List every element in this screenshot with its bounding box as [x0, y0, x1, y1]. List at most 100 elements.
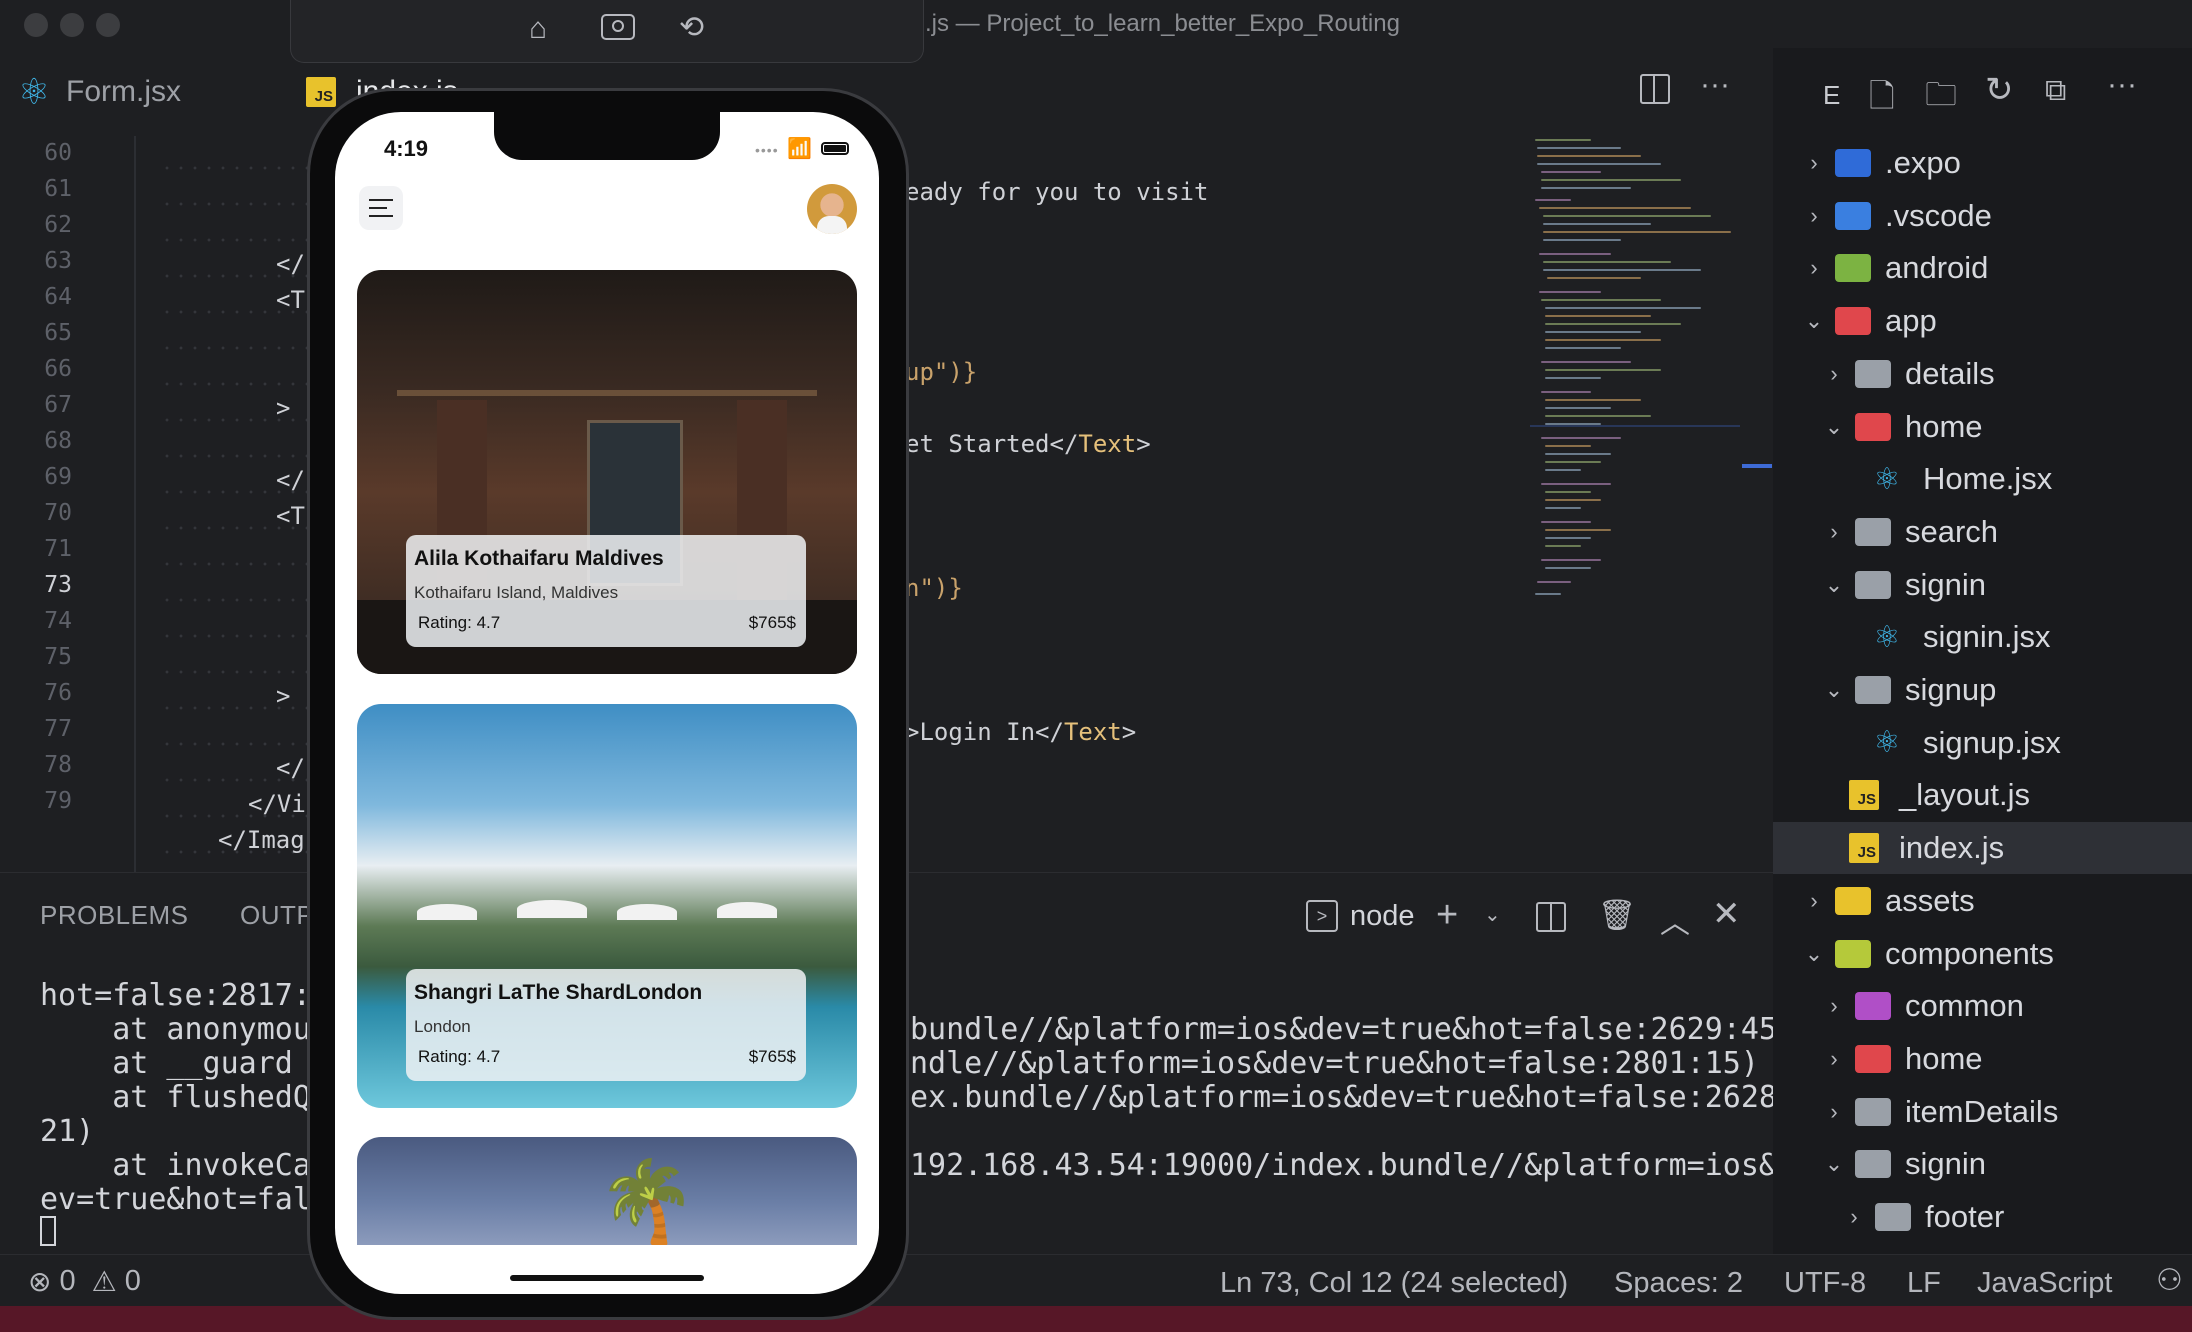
scrollbar-position-marker[interactable]: [1742, 464, 1772, 468]
tab-problems[interactable]: PROBLEMS: [40, 900, 189, 931]
tree-item-label: home: [1905, 1040, 1983, 1076]
chevron-right-icon[interactable]: ›: [1819, 361, 1849, 387]
terminal-line: ndle//&platform=ios&dev=true&hot=false:2…: [910, 1046, 1759, 1081]
tree-item[interactable]: › itemDetails: [1773, 1086, 2192, 1138]
terminal-line: hot=false:2817:4: [40, 978, 329, 1013]
tree-item[interactable]: › footer: [1773, 1191, 2192, 1243]
indentation[interactable]: Spaces: 2: [1614, 1267, 1743, 1300]
close-window-button[interactable]: [24, 13, 48, 37]
chevron-right-icon[interactable]: ›: [1819, 993, 1849, 1019]
folder-icon: [1855, 517, 1891, 546]
tree-item[interactable]: › common: [1773, 980, 2192, 1032]
chevron-down-icon[interactable]: ⌄: [1799, 308, 1829, 334]
line-number: 75: [44, 644, 72, 670]
more-actions-icon[interactable]: ···: [1700, 68, 1730, 102]
cursor-position[interactable]: Ln 73, Col 12 (24 selected): [1220, 1267, 1568, 1300]
menu-button[interactable]: [359, 186, 403, 230]
line-number: 63: [44, 248, 72, 274]
folder-icon: [1875, 1203, 1911, 1231]
terminal-line: 192.168.43.54:19000/index.bundle//&platf…: [910, 1148, 1796, 1183]
tree-item[interactable]: ⌄ signup: [1773, 664, 2192, 716]
chevron-right-icon[interactable]: ›: [1819, 1099, 1849, 1125]
hotel-card[interactable]: 🌴: [357, 1137, 857, 1245]
palm-tree-image: 🌴: [597, 1157, 697, 1245]
hotel-card[interactable]: Shangri LaThe ShardLondon London Rating:…: [357, 704, 857, 1108]
terminal-line: ev=true&hot=fals: [40, 1182, 329, 1217]
line-number: 79: [44, 788, 72, 814]
tree-item[interactable]: ⌄ signin: [1773, 559, 2192, 611]
tree-item[interactable]: ⌄ app: [1773, 295, 2192, 347]
trash-icon[interactable]: 🗑: [1598, 898, 1636, 933]
accounts-icon[interactable]: ⚇: [2156, 1263, 2183, 1298]
tree-item[interactable]: ⌄ home: [1773, 401, 2192, 453]
chevron-down-icon[interactable]: ⌄: [1819, 1151, 1849, 1177]
chevron-right-icon[interactable]: ›: [1819, 1046, 1849, 1072]
split-editor-icon[interactable]: [1640, 74, 1670, 104]
tree-item[interactable]: › android: [1773, 242, 2192, 294]
tree-item[interactable]: › search: [1773, 506, 2192, 558]
tree-item-label: app: [1885, 303, 1937, 339]
hotel-name: Alila Kothaifaru Maldives: [414, 547, 664, 570]
tree-item[interactable]: › .expo: [1773, 137, 2192, 189]
screenshot-icon[interactable]: [601, 14, 635, 40]
encoding[interactable]: UTF-8: [1784, 1267, 1866, 1300]
home-icon[interactable]: ⌂: [529, 12, 547, 46]
maximize-window-button[interactable]: [96, 13, 120, 37]
line-number: 70: [44, 500, 72, 526]
tree-item[interactable]: ⌄ components: [1773, 928, 2192, 980]
tree-item[interactable]: ⚛ signup.jsx: [1773, 717, 2192, 769]
chevron-right-icon[interactable]: ›: [1839, 1204, 1869, 1230]
chevron-right-icon[interactable]: ›: [1799, 888, 1829, 914]
chevron-right-icon[interactable]: ›: [1799, 150, 1829, 176]
tree-item-label: signup: [1905, 672, 1997, 707]
tree-item-label: details: [1905, 355, 1995, 391]
folder-icon: [1855, 1097, 1891, 1126]
chevron-right-icon[interactable]: ›: [1799, 255, 1829, 281]
tree-item[interactable]: JS _layout.js: [1773, 769, 2192, 821]
tree-item[interactable]: › details: [1773, 348, 2192, 400]
language-mode[interactable]: JavaScript: [1977, 1267, 2112, 1300]
chevron-down-icon[interactable]: ⌄: [1484, 902, 1501, 927]
hotel-price: $765$: [748, 1047, 796, 1066]
chevron-down-icon[interactable]: ⌄: [1799, 941, 1829, 967]
new-terminal-icon[interactable]: +: [1436, 894, 1458, 937]
tree-item[interactable]: ⌄ signin: [1773, 1138, 2192, 1190]
terminal-icon[interactable]: >: [1306, 900, 1338, 932]
close-panel-icon[interactable]: ✕: [1712, 894, 1741, 934]
problems-indicator[interactable]: ⊗ 0 ⚠ 0: [28, 1265, 141, 1298]
tree-item-label: assets: [1885, 882, 1975, 918]
line-number: 60: [44, 140, 72, 166]
split-terminal-icon[interactable]: [1536, 902, 1566, 932]
hotel-rating: Rating: 4.7: [418, 613, 501, 632]
terminal-line: 21): [40, 1114, 95, 1149]
hotel-card[interactable]: Alila Kothaifaru Maldives Kothaifaru Isl…: [357, 270, 857, 674]
rotate-icon[interactable]: ⟲: [679, 10, 704, 45]
tree-item-label: signin: [1905, 1146, 1986, 1182]
tab-output[interactable]: OUTP: [240, 900, 314, 931]
minimize-window-button[interactable]: [60, 13, 84, 37]
chevron-right-icon[interactable]: ›: [1799, 203, 1829, 229]
tree-item-label: signup.jsx: [1923, 724, 2061, 760]
chevron-down-icon[interactable]: ⌄: [1819, 414, 1849, 440]
tree-item[interactable]: JS index.js: [1773, 822, 2192, 875]
line-ending[interactable]: LF: [1907, 1267, 1941, 1300]
tree-item[interactable]: ⚛ signin.jsx: [1773, 611, 2192, 663]
chevron-right-icon[interactable]: ›: [1819, 519, 1849, 545]
terminal-selector[interactable]: node: [1350, 900, 1415, 933]
maximize-panel-icon[interactable]: ︿: [1660, 898, 1690, 942]
tree-item-label: home: [1905, 408, 1983, 444]
home-indicator[interactable]: [510, 1275, 704, 1281]
tree-item[interactable]: ⚛ Home.jsx: [1773, 453, 2192, 505]
chevron-down-icon[interactable]: ⌄: [1819, 677, 1849, 703]
line-number: 71: [44, 536, 72, 562]
code-fragment: eady for you to visit: [905, 178, 1209, 206]
chevron-down-icon[interactable]: ⌄: [1819, 572, 1849, 598]
tab-label: Form.jsx: [66, 75, 181, 108]
tab-form-jsx[interactable]: ⚛ Form.jsx: [16, 48, 286, 136]
tree-item[interactable]: › home: [1773, 1033, 2192, 1085]
folder-icon: [1855, 676, 1891, 704]
minimap[interactable]: [1530, 136, 1740, 716]
avatar[interactable]: [807, 184, 857, 234]
tree-item[interactable]: › .vscode: [1773, 190, 2192, 242]
tree-item[interactable]: › assets: [1773, 875, 2192, 927]
